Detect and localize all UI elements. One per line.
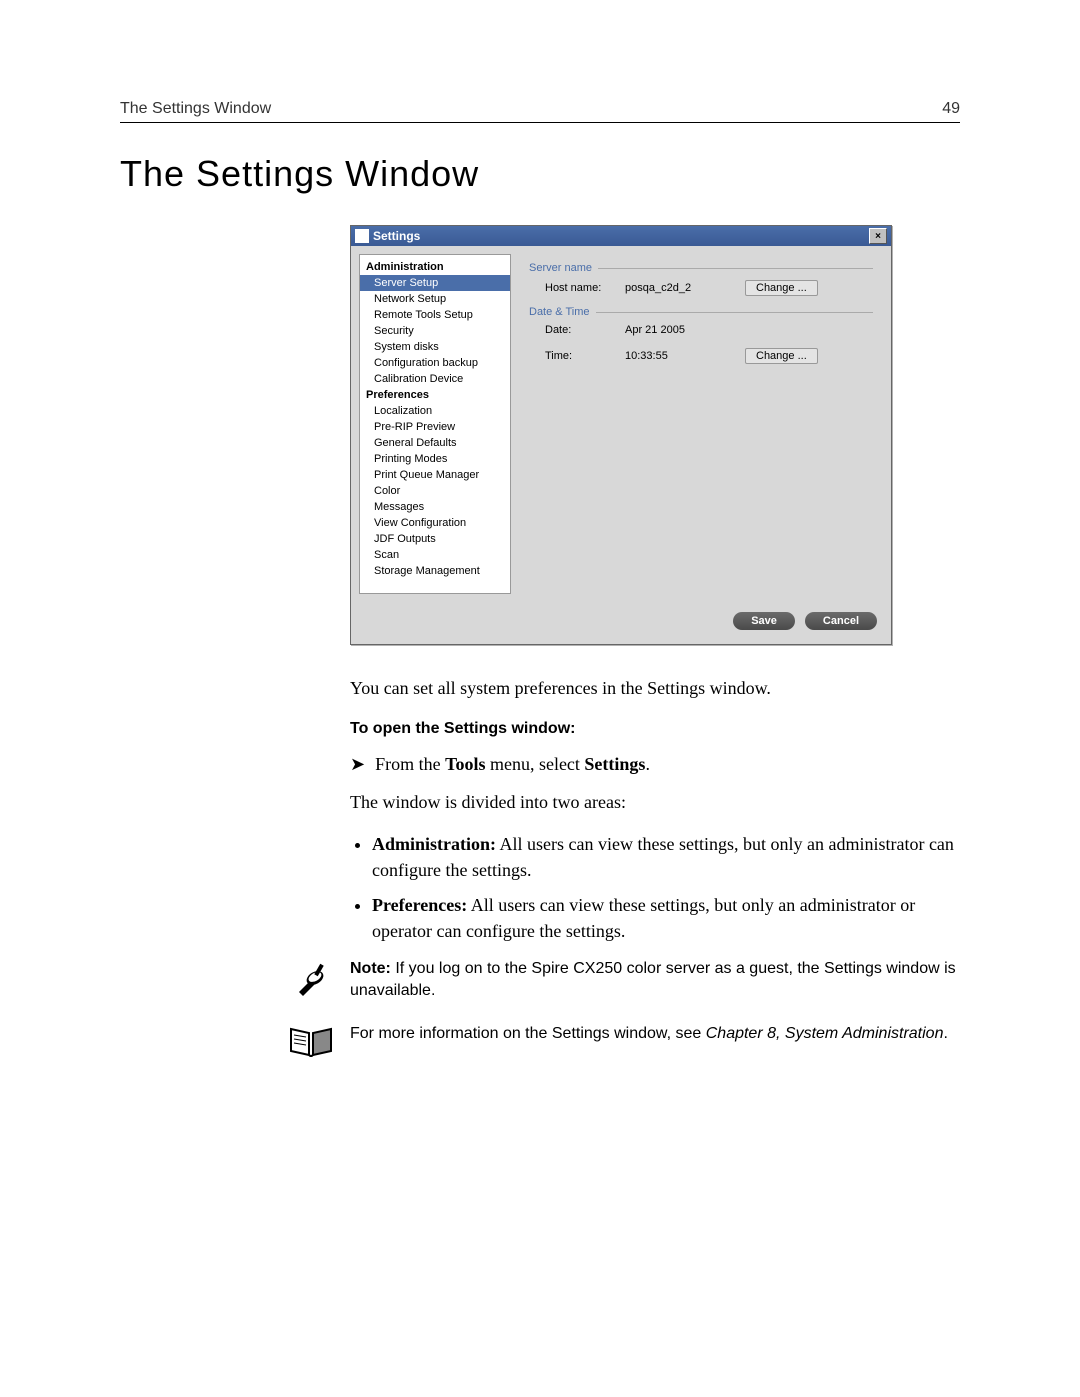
book-icon [286,1023,336,1059]
sidebar-item-general-defaults[interactable]: General Defaults [360,435,510,451]
titlebar: Settings × [351,226,891,246]
hostname-value: posqa_c2d_2 [625,282,735,294]
group-server-name: Server name [529,262,873,274]
sidebar-item-remote-tools-setup[interactable]: Remote Tools Setup [360,307,510,323]
sidebar-item-scan[interactable]: Scan [360,547,510,563]
sidebar-category-preferences: Preferences [360,387,510,403]
change-hostname-button[interactable]: Change ... [745,280,818,296]
list-item: Preferences: All users can view these se… [372,892,960,944]
pushpin-icon [286,958,336,1000]
header-left: The Settings Window [120,100,271,118]
step-text-part: . [645,754,650,774]
step-arrow-icon: ➤ [350,754,365,775]
procedure-step: ➤ From the Tools menu, select Settings. [350,754,960,775]
sidebar-item-color[interactable]: Color [360,483,510,499]
note-block: Note: If you log on to the Spire CX250 c… [286,958,960,1003]
bullet-label-preferences: Preferences: [372,895,467,915]
sidebar-item-security[interactable]: Security [360,323,510,339]
step-bold-settings: Settings [584,754,645,774]
change-datetime-button[interactable]: Change ... [745,348,818,364]
sidebar-item-pre-rip-preview[interactable]: Pre-RIP Preview [360,419,510,435]
page-header: The Settings Window 49 [120,100,960,123]
settings-window: Settings × Administration Server Setup N… [350,225,892,645]
step-text-part: From the [375,754,445,774]
sidebar-item-view-configuration[interactable]: View Configuration [360,515,510,531]
sidebar-item-network-setup[interactable]: Network Setup [360,291,510,307]
window-title: Settings [373,229,420,243]
cancel-button[interactable]: Cancel [805,612,877,630]
sidebar-item-localization[interactable]: Localization [360,403,510,419]
sidebar-item-jdf-outputs[interactable]: JDF Outputs [360,531,510,547]
note-text: Note: If you log on to the Spire CX250 c… [350,958,960,1003]
hostname-label: Host name: [545,282,615,294]
procedure-heading: To open the Settings window: [350,717,960,740]
note-body: If you log on to the Spire CX250 color s… [350,960,956,999]
sidebar-item-calibration-device[interactable]: Calibration Device [360,371,510,387]
step-text-part: menu, select [485,754,584,774]
time-value: 10:33:55 [625,350,735,362]
note-label: Note: [350,960,391,977]
sidebar-item-printing-modes[interactable]: Printing Modes [360,451,510,467]
reference-text: For more information on the Settings win… [350,1023,948,1045]
step-bold-tools: Tools [445,754,485,774]
divider-line [598,268,873,269]
reference-pre: For more information on the Settings win… [350,1025,706,1042]
sidebar-item-storage-management[interactable]: Storage Management [360,563,510,579]
group-server-name-label: Server name [529,262,592,274]
reference-post: . [943,1025,947,1042]
reference-block: For more information on the Settings win… [286,1023,960,1059]
settings-sidebar: Administration Server Setup Network Setu… [359,254,511,594]
window-footer: Save Cancel [351,602,891,644]
date-value: Apr 21 2005 [625,324,735,336]
bullet-label-administration: Administration: [372,834,496,854]
intro-paragraph: You can set all system preferences in th… [350,675,960,701]
reference-link: Chapter 8, System Administration [706,1025,944,1042]
close-icon[interactable]: × [869,228,887,244]
list-item: Administration: All users can view these… [372,831,960,883]
sidebar-item-print-queue-manager[interactable]: Print Queue Manager [360,467,510,483]
app-icon [355,229,369,243]
step-text: From the Tools menu, select Settings. [375,754,650,775]
row-date: Date: Apr 21 2005 [529,318,873,342]
row-hostname: Host name: posqa_c2d_2 Change ... [529,274,873,302]
settings-main-pane: Server name Host name: posqa_c2d_2 Chang… [519,254,883,594]
group-date-time-label: Date & Time [529,306,590,318]
save-button[interactable]: Save [733,612,795,630]
time-label: Time: [545,350,615,362]
sidebar-category-administration: Administration [360,259,510,275]
areas-intro: The window is divided into two areas: [350,789,960,815]
sidebar-item-system-disks[interactable]: System disks [360,339,510,355]
group-date-time: Date & Time [529,306,873,318]
sidebar-item-server-setup[interactable]: Server Setup [360,275,510,291]
row-time: Time: 10:33:55 Change ... [529,342,873,370]
page-title: The Settings Window [120,153,960,195]
date-label: Date: [545,324,615,336]
sidebar-item-configuration-backup[interactable]: Configuration backup [360,355,510,371]
divider-line [596,312,873,313]
sidebar-item-messages[interactable]: Messages [360,499,510,515]
areas-list: Administration: All users can view these… [350,831,960,943]
page-number: 49 [942,100,960,118]
